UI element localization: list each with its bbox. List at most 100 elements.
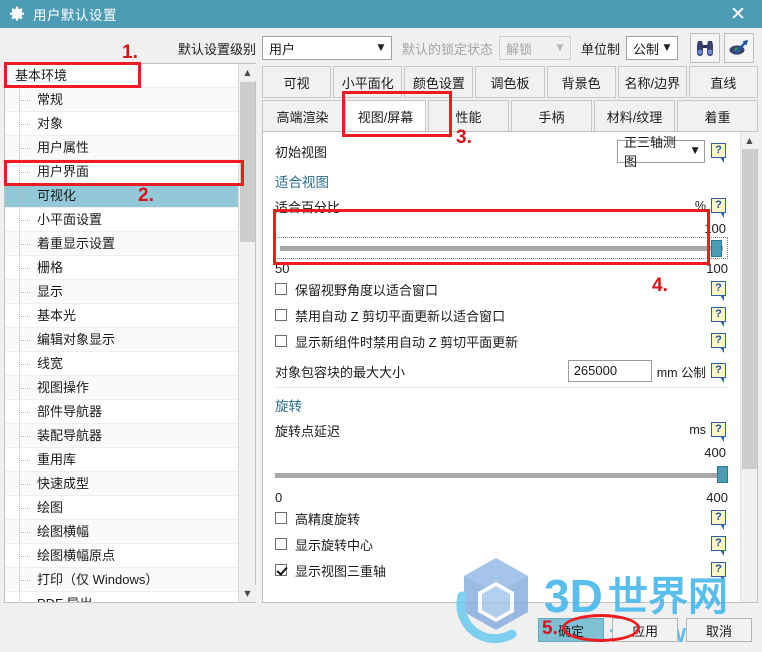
- fit-percent-range: 50 100: [275, 261, 728, 276]
- rotate-group-title: 旋转: [275, 399, 302, 414]
- checkbox[interactable]: [275, 335, 287, 347]
- apply-button[interactable]: 应用: [612, 618, 678, 642]
- cancel-button[interactable]: 取消: [686, 618, 752, 642]
- tab-row2-1[interactable]: 视图/屏幕: [345, 100, 426, 132]
- checkbox[interactable]: [275, 309, 287, 321]
- rotate-delay-current: 400: [704, 445, 726, 460]
- tree-item-21[interactable]: 打印（仅 Windows）: [5, 568, 238, 592]
- help-icon[interactable]: ?: [711, 197, 728, 218]
- slider-thumb[interactable]: [717, 466, 728, 483]
- slider-thumb[interactable]: [711, 240, 722, 257]
- lock-state-select[interactable]: 解锁 ▼: [498, 36, 571, 60]
- chevron-down-icon: ▼: [556, 43, 564, 53]
- chevron-up-icon[interactable]: ▲: [741, 132, 758, 149]
- help-icon[interactable]: ?: [711, 561, 728, 582]
- tree-item-label: 显示: [37, 284, 64, 299]
- tree-item-12[interactable]: 线宽: [5, 352, 238, 376]
- tree-item-16[interactable]: 重用库: [5, 448, 238, 472]
- chevron-down-icon: ▼: [691, 146, 699, 156]
- tree-item-label: 编辑对象显示: [37, 332, 116, 347]
- close-icon[interactable]: ✕: [726, 2, 750, 26]
- tree-item-11[interactable]: 编辑对象显示: [5, 328, 238, 352]
- tree-item-19[interactable]: 绘图横幅: [5, 520, 238, 544]
- tree-item-2[interactable]: 对象: [5, 112, 238, 136]
- checkbox[interactable]: [275, 512, 287, 524]
- initial-view-select[interactable]: 正三轴测图 ▼: [617, 135, 705, 169]
- find-settings-button[interactable]: [690, 33, 720, 63]
- tab-row1-6[interactable]: 直线: [688, 66, 758, 98]
- tree-item-8[interactable]: 栅格: [5, 256, 238, 280]
- section-divider: [275, 387, 728, 388]
- unit-system-select[interactable]: 公制 ▼: [626, 36, 678, 60]
- tree-scrollbar[interactable]: ▲ ▼: [238, 64, 256, 602]
- help-icon[interactable]: ?: [711, 306, 728, 327]
- tree-item-17[interactable]: 快速成型: [5, 472, 238, 496]
- help-icon[interactable]: ?: [711, 280, 728, 301]
- tree-item-14[interactable]: 部件导航器: [5, 400, 238, 424]
- tab-row2-2[interactable]: 性能: [428, 100, 509, 132]
- tree-item-label: 对象: [37, 116, 64, 131]
- tab-row2-5[interactable]: 着重: [677, 100, 758, 132]
- chevron-down-icon[interactable]: ▼: [239, 585, 256, 602]
- rotate-delay-label: 旋转点延迟: [275, 423, 341, 439]
- help-icon[interactable]: ?: [711, 142, 728, 163]
- checkbox[interactable]: [275, 538, 287, 550]
- rotate-delay-section: 旋转点延迟 ms ?: [263, 417, 740, 443]
- tree-item-7[interactable]: 着重显示设置: [5, 232, 238, 256]
- tab-row1-5[interactable]: 名称/边界: [617, 66, 687, 98]
- tree-item-label: 绘图: [37, 500, 64, 515]
- default-level-select[interactable]: 用户 ▼: [261, 36, 392, 60]
- tab-row1-2[interactable]: 颜色设置: [404, 66, 474, 98]
- tab-row2-0[interactable]: 高端渲染: [262, 100, 343, 132]
- ok-button[interactable]: 确定: [538, 618, 604, 642]
- tree-item-3[interactable]: 用户属性: [5, 136, 238, 160]
- locate-settings-button[interactable]: [724, 33, 754, 63]
- tree-item-18[interactable]: 绘图: [5, 496, 238, 520]
- fit-percent-slider[interactable]: [275, 237, 728, 259]
- rotate-delay-slider[interactable]: [275, 464, 728, 486]
- checkbox-row-1: 显示旋转中心?: [275, 531, 728, 557]
- panel-scrollbar-thumb[interactable]: [742, 149, 757, 469]
- help-icon[interactable]: ?: [711, 332, 728, 353]
- panel-scrollbar[interactable]: ▲: [740, 132, 758, 602]
- tab-row2-3[interactable]: 手柄: [511, 100, 592, 132]
- tree-item-20[interactable]: 绘图横幅原点: [5, 544, 238, 568]
- tree-item-5[interactable]: 可视化: [5, 184, 238, 208]
- fit-percent-current: 100: [704, 221, 726, 236]
- tab-row1-1[interactable]: 小平面化: [333, 66, 403, 98]
- tree-item-15[interactable]: 装配导航器: [5, 424, 238, 448]
- tree-item-6[interactable]: 小平面设置: [5, 208, 238, 232]
- tree-item-label: 绘图横幅: [37, 524, 90, 539]
- tab-row1-4[interactable]: 背景色: [546, 66, 616, 98]
- checkbox-row-0: 高精度旋转?: [275, 505, 728, 531]
- tab-row1-0[interactable]: 可视: [262, 66, 332, 98]
- help-icon[interactable]: ?: [711, 535, 728, 556]
- tree-item-1[interactable]: 常规: [5, 88, 238, 112]
- tab-row1-3[interactable]: 调色板: [475, 66, 545, 98]
- chevron-up-icon[interactable]: ▲: [239, 64, 256, 81]
- tree-item-22[interactable]: PDF 导出: [5, 592, 238, 602]
- help-icon[interactable]: ?: [711, 362, 728, 383]
- tree-item-13[interactable]: 视图操作: [5, 376, 238, 400]
- help-icon[interactable]: ?: [711, 509, 728, 530]
- fit-percent-section: 适合百分比 % ?: [263, 193, 740, 219]
- tree-item-label: 打印（仅 Windows）: [37, 572, 159, 587]
- tab-row2-4[interactable]: 材料/纹理: [594, 100, 675, 132]
- checkbox[interactable]: [275, 283, 287, 295]
- unit-system-label: 单位制: [580, 41, 620, 57]
- settings-tree[interactable]: 基本环境 常规对象用户属性 用户界面 可视化 小平面设置 着重显示设置 栅格显示基本光编辑对…: [5, 64, 238, 602]
- max-block-input[interactable]: 265000: [567, 360, 652, 382]
- tree-scrollbar-thumb[interactable]: [240, 82, 255, 242]
- window-title: 用户默认设置: [33, 8, 117, 23]
- tree-item-4[interactable]: 用户界面: [5, 160, 238, 184]
- tree-item-label: 快速成型: [37, 476, 90, 491]
- checkbox[interactable]: [275, 564, 287, 576]
- tree-item-9[interactable]: 显示: [5, 280, 238, 304]
- tree-item-0[interactable]: 基本环境: [5, 64, 238, 88]
- tree-item-10[interactable]: 基本光: [5, 304, 238, 328]
- help-icon[interactable]: ?: [711, 421, 728, 442]
- fit-percent-slider-box: 100 50 100: [263, 219, 740, 276]
- lock-state-value: 解锁: [505, 41, 532, 57]
- settings-tree-panel: 基本环境 常规对象用户属性 用户界面 可视化 小平面设置 着重显示设置 栅格显示基本光编辑对…: [4, 63, 256, 603]
- initial-view-value: 正三轴测图: [624, 135, 677, 169]
